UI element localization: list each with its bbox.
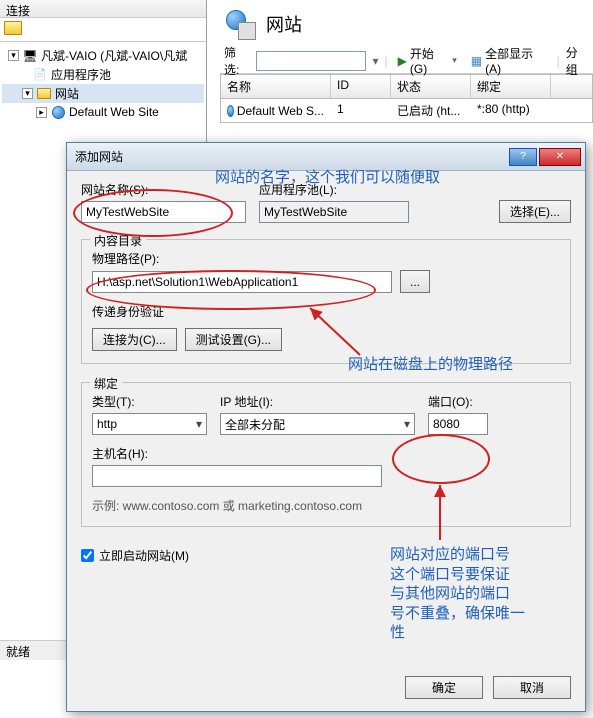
col-status[interactable]: 状态	[391, 75, 471, 98]
sites-page-icon	[224, 8, 256, 40]
col-bind[interactable]: 绑定	[471, 75, 551, 98]
start-immediately-checkbox[interactable]	[81, 549, 94, 562]
host-label: 主机名(H):	[92, 445, 560, 462]
filter-input[interactable]	[256, 51, 366, 71]
type-label: 类型(T):	[92, 393, 212, 410]
tree-sites-node[interactable]: ▾ 网站	[2, 84, 204, 103]
showall-icon: ▦	[471, 54, 482, 68]
cancel-button[interactable]: 取消	[493, 676, 571, 699]
collapse-icon[interactable]: ▾	[8, 50, 19, 61]
main-area: 网站 筛选: ▾ | ▶ 开始(G) ▾ ▦ 全部显示(A) | 分组 名称 I…	[220, 0, 593, 123]
apppool-icon	[32, 67, 48, 83]
passthrough-label: 传递身份验证	[92, 303, 560, 320]
server-icon	[22, 48, 38, 64]
dialog-titlebar[interactable]: 添加网站 ? ✕	[67, 143, 585, 171]
contentdir-legend: 内容目录	[90, 232, 146, 249]
port-input[interactable]	[428, 413, 488, 435]
globe-icon	[50, 104, 66, 120]
tree-server-node[interactable]: ▾ 凡斌-VAIO (凡斌-VAIO\凡斌	[2, 46, 204, 65]
tree-label: 网站	[55, 85, 79, 102]
apppool-input	[259, 201, 409, 223]
tree-label: 凡斌-VAIO (凡斌-VAIO\凡斌	[41, 47, 187, 64]
port-label: 端口(O):	[428, 393, 498, 410]
browse-button[interactable]: ...	[400, 270, 430, 293]
connections-header: 连接	[0, 0, 206, 18]
tree-label: 应用程序池	[51, 66, 111, 83]
apppool-label: 应用程序池(L):	[259, 181, 491, 198]
connections-tree: ▾ 凡斌-VAIO (凡斌-VAIO\凡斌 应用程序池 ▾ 网站 ▸ Defau…	[0, 42, 206, 125]
add-site-dialog: 添加网站 ? ✕ 网站名称(S): 应用程序池(L): 选择(E)... 内容目…	[66, 142, 586, 712]
help-button[interactable]: ?	[509, 148, 537, 166]
connections-toolbar	[0, 18, 206, 42]
expand-icon[interactable]: ▸	[36, 107, 47, 118]
tree-apppools-node[interactable]: 应用程序池	[2, 65, 204, 84]
tree-label: Default Web Site	[69, 105, 159, 119]
globe-icon	[227, 105, 234, 117]
binding-legend: 绑定	[90, 375, 122, 392]
filter-label: 筛选:	[224, 44, 250, 78]
grid-header: 名称 ID 状态 绑定	[221, 75, 592, 99]
connectas-button[interactable]: 连接为(C)...	[92, 328, 177, 351]
physicalpath-label: 物理路径(P):	[92, 250, 560, 267]
dialog-title: 添加网站	[75, 148, 509, 165]
ip-combo[interactable]: 全部未分配	[220, 413, 415, 435]
col-name[interactable]: 名称	[221, 75, 331, 98]
type-combo[interactable]: http	[92, 413, 207, 435]
close-button[interactable]: ✕	[539, 148, 581, 166]
host-example: 示例: www.contoso.com 或 marketing.contoso.…	[92, 497, 560, 514]
sites-folder-icon	[36, 86, 52, 102]
ok-button[interactable]: 确定	[405, 676, 483, 699]
host-input[interactable]	[92, 465, 382, 487]
sitename-input[interactable]	[81, 201, 246, 223]
testsettings-button[interactable]: 测试设置(G)...	[185, 328, 282, 351]
ip-label: IP 地址(I):	[220, 393, 420, 410]
select-apppool-button[interactable]: 选择(E)...	[499, 200, 571, 223]
table-row[interactable]: Default Web S... 1 已启动 (ht... *:80 (http…	[221, 99, 592, 122]
physicalpath-input[interactable]	[92, 271, 392, 293]
play-icon: ▶	[398, 54, 407, 68]
start-immediately-label: 立即启动网站(M)	[99, 547, 189, 564]
sitename-label: 网站名称(S):	[81, 181, 251, 198]
group-label[interactable]: 分组	[566, 44, 589, 78]
collapse-icon[interactable]: ▾	[22, 88, 33, 99]
folder-icon[interactable]	[4, 21, 22, 35]
page-title: 网站	[266, 11, 302, 37]
sites-grid: 名称 ID 状态 绑定 Default Web S... 1 已启动 (ht..…	[220, 74, 593, 123]
col-id[interactable]: ID	[331, 75, 391, 98]
showall-button[interactable]: ▦ 全部显示(A)	[467, 43, 551, 78]
tree-defaultsite-node[interactable]: ▸ Default Web Site	[2, 103, 204, 121]
start-button[interactable]: ▶ 开始(G) ▾	[394, 43, 461, 78]
